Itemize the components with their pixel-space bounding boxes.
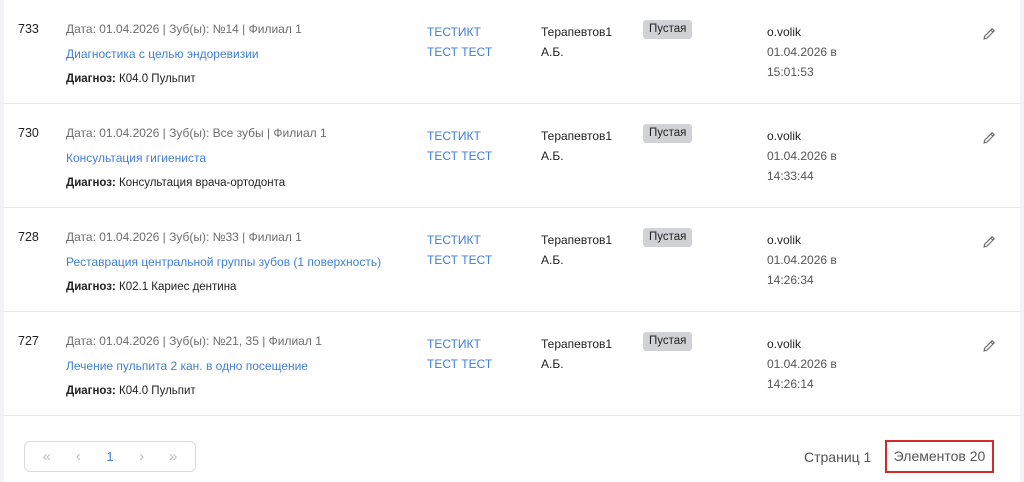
record-meta: Дата: 01.04.2026 | Зуб(ы): №21, 35 | Фил…: [66, 334, 322, 348]
status-badge: Пустая: [643, 20, 693, 39]
pencil-edit-icon: [983, 28, 995, 40]
record-meta: Дата: 01.04.2026 | Зуб(ы): Все зубы | Фи…: [66, 126, 327, 140]
table-row: 730 Дата: 01.04.2026 | Зуб(ы): Все зубы …: [4, 104, 1020, 208]
current-page-button[interactable]: 1: [99, 449, 121, 464]
service-link[interactable]: Лечение пульпита 2 кан. в одно посещение: [66, 359, 308, 373]
record-id: 728: [18, 230, 39, 244]
patient-link[interactable]: ТЕСТИКТ ТЕСТ ТЕСТ: [427, 22, 492, 62]
diagnosis: Диагноз: К02.1 Кариес дентина: [66, 281, 236, 293]
record-meta: Дата: 01.04.2026 | Зуб(ы): №33 | Филиал …: [66, 230, 302, 244]
created-date: 01.04.2026 в: [767, 149, 837, 163]
table-row: 733 Дата: 01.04.2026 | Зуб(ы): №14 | Фил…: [4, 0, 1020, 104]
next-page-button[interactable]: ›: [131, 448, 153, 465]
doctor-surname: Терапевтов1: [541, 25, 613, 39]
doctor-surname: Терапевтов1: [541, 337, 613, 351]
created-date: 01.04.2026 в: [767, 253, 837, 267]
diagnosis: Диагноз: К04.0 Пульпит: [66, 73, 196, 85]
created-date: 01.04.2026 в: [767, 45, 837, 59]
pencil-edit-icon: [983, 132, 995, 144]
record-meta: Дата: 01.04.2026 | Зуб(ы): №14 | Филиал …: [66, 22, 302, 36]
author-info: o.volik 01.04.2026 в 14:26:34: [767, 230, 837, 290]
diagnosis-label: Диагноз:: [66, 177, 116, 189]
patient-link[interactable]: ТЕСТИКТ ТЕСТ ТЕСТ: [427, 126, 492, 166]
patient-name: ТЕСТ ТЕСТ: [427, 45, 493, 59]
created-date: 01.04.2026 в: [767, 357, 837, 371]
status-badge: Пустая: [643, 228, 693, 247]
edit-button[interactable]: [981, 130, 997, 146]
patient-surname: ТЕСТИКТ: [427, 337, 481, 351]
doctor-initials: А.Б.: [541, 357, 564, 371]
pencil-edit-icon: [983, 340, 995, 352]
diagnosis-value: К04.0 Пульпит: [119, 73, 196, 85]
status-badge: Пустая: [643, 332, 693, 351]
records-panel: 733 Дата: 01.04.2026 | Зуб(ы): №14 | Фил…: [4, 0, 1020, 482]
created-time: 14:26:14: [767, 377, 814, 391]
author-info: o.volik 01.04.2026 в 15:01:53: [767, 22, 837, 82]
doctor: Терапевтов1 А.Б.: [541, 230, 612, 270]
author-login: o.volik: [767, 129, 802, 143]
doctor-initials: А.Б.: [541, 45, 564, 59]
prev-page-button[interactable]: ‹: [67, 448, 89, 465]
author-login: o.volik: [767, 233, 802, 247]
author-info: o.volik 01.04.2026 в 14:26:14: [767, 334, 837, 394]
diagnosis-value: К04.0 Пульпит: [119, 385, 196, 397]
edit-button[interactable]: [981, 338, 997, 354]
edit-button[interactable]: [981, 26, 997, 42]
doctor: Терапевтов1 А.Б.: [541, 334, 612, 374]
status-badge: Пустая: [643, 124, 693, 143]
pencil-edit-icon: [983, 236, 995, 248]
diagnosis-label: Диагноз:: [66, 73, 116, 85]
doctor-surname: Терапевтов1: [541, 129, 613, 143]
patient-surname: ТЕСТИКТ: [427, 129, 481, 143]
first-page-button[interactable]: «: [36, 448, 58, 465]
author-info: o.volik 01.04.2026 в 14:33:44: [767, 126, 837, 186]
pagination: « ‹ 1 › »: [24, 441, 196, 472]
diagnosis-label: Диагноз:: [66, 385, 116, 397]
doctor-initials: А.Б.: [541, 253, 564, 267]
patient-surname: ТЕСТИКТ: [427, 25, 481, 39]
patient-link[interactable]: ТЕСТИКТ ТЕСТ ТЕСТ: [427, 230, 492, 270]
created-time: 14:26:34: [767, 273, 814, 287]
record-id: 733: [18, 22, 39, 36]
patient-surname: ТЕСТИКТ: [427, 233, 481, 247]
service-link[interactable]: Диагностика с целью эндоревизии: [66, 47, 259, 61]
doctor: Терапевтов1 А.Б.: [541, 126, 612, 166]
patient-name: ТЕСТ ТЕСТ: [427, 149, 493, 163]
patient-link[interactable]: ТЕСТИКТ ТЕСТ ТЕСТ: [427, 334, 492, 374]
author-login: o.volik: [767, 25, 802, 39]
diagnosis: Диагноз: К04.0 Пульпит: [66, 385, 196, 397]
doctor-initials: А.Б.: [541, 149, 564, 163]
diagnosis-value: К02.1 Кариес дентина: [119, 281, 237, 293]
last-page-button[interactable]: »: [162, 448, 184, 465]
diagnosis-value: Консультация врача-ортодонта: [119, 177, 286, 189]
created-time: 15:01:53: [767, 65, 814, 79]
table-row: 728 Дата: 01.04.2026 | Зуб(ы): №33 | Фил…: [4, 208, 1020, 312]
created-time: 14:33:44: [767, 169, 814, 183]
record-id: 730: [18, 126, 39, 140]
elements-count: Элементов 20: [885, 440, 994, 473]
doctor: Терапевтов1 А.Б.: [541, 22, 612, 62]
patient-name: ТЕСТ ТЕСТ: [427, 357, 493, 371]
patient-name: ТЕСТ ТЕСТ: [427, 253, 493, 267]
service-link[interactable]: Реставрация центральной группы зубов (1 …: [66, 255, 381, 269]
record-id: 727: [18, 334, 39, 348]
author-login: o.volik: [767, 337, 802, 351]
pages-count: Страниц 1: [804, 449, 872, 465]
service-link[interactable]: Консультация гигиениста: [66, 151, 206, 165]
diagnosis: Диагноз: Консультация врача-ортодонта: [66, 177, 285, 189]
edit-button[interactable]: [981, 234, 997, 250]
doctor-surname: Терапевтов1: [541, 233, 613, 247]
diagnosis-label: Диагноз:: [66, 281, 116, 293]
table-row: 727 Дата: 01.04.2026 | Зуб(ы): №21, 35 |…: [4, 312, 1020, 416]
